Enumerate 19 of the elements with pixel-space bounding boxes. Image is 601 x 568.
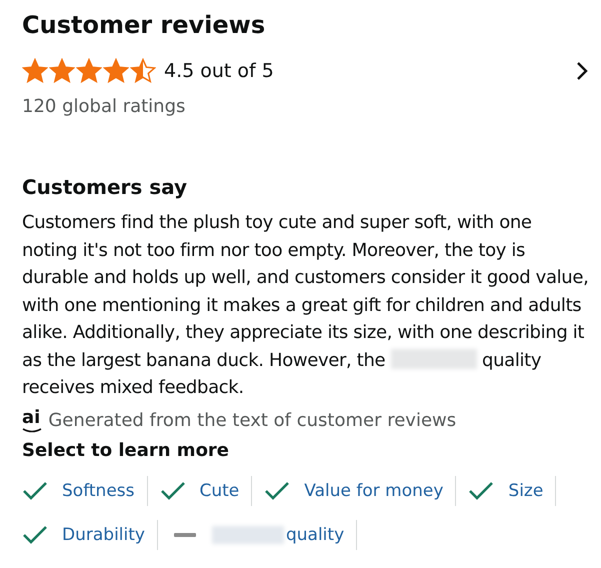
subheading: Select to learn more	[22, 440, 230, 460]
section-title: Customers say	[22, 174, 188, 201]
aspect-link[interactable]: quality	[212, 524, 344, 544]
rating-text: 4.5 out of 5	[164, 60, 274, 82]
star-icon	[22, 58, 48, 84]
star-icon	[103, 58, 129, 84]
chevron-right-icon[interactable]	[575, 60, 589, 82]
star-icon	[49, 58, 75, 84]
star-icon	[76, 58, 102, 84]
aspect-link[interactable]: Softness	[62, 480, 134, 500]
aspect-link[interactable]: Value for money	[304, 480, 444, 500]
aspect-link[interactable]: Cute	[200, 480, 240, 500]
ratings-count: 120 global ratings	[22, 96, 186, 117]
aspect-link[interactable]: Size	[508, 480, 544, 500]
aspect-link[interactable]: Durability	[62, 524, 145, 544]
ai-note: Generated from the text of customer reviews	[48, 410, 456, 431]
section-title: Customer reviews	[22, 10, 266, 41]
star-icon	[130, 58, 156, 84]
summary-text: Customers find the plush toy cute and super soft, with one noting it's not too firm nor too empty. Moreover, the toy is durable and holds up well, and customers consider it good value, with one mentioning it makes a great gift for children and adults alike. Additionally, they appreciate its size, with one describing it as the largest banana duck. However, the quality receives mixed feedback.	[22, 211, 589, 400]
